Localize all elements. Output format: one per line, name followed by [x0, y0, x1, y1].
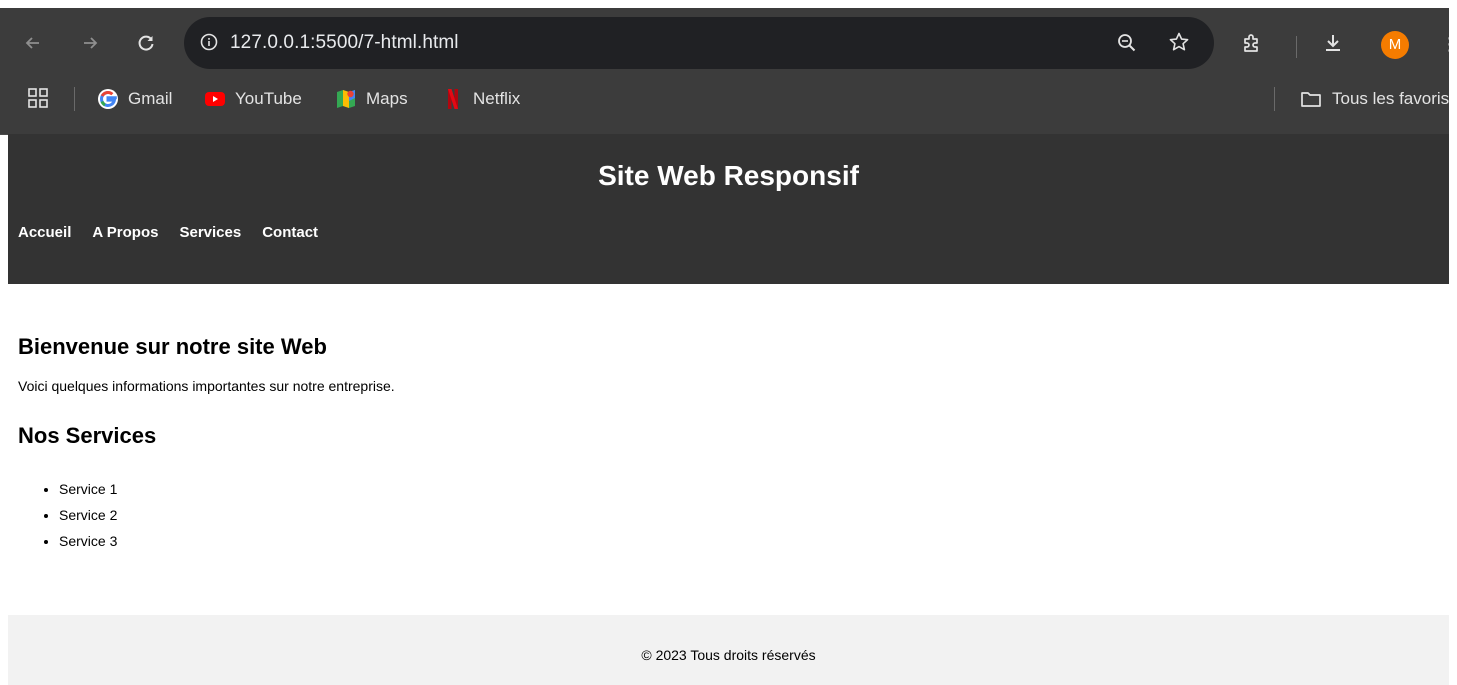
bookmark-youtube[interactable]: YouTube: [204, 87, 302, 111]
bookmark-label: Maps: [366, 89, 408, 108]
all-bookmarks-label: Tous les favoris: [1332, 89, 1449, 108]
site-header: Site Web Responsif Accueil A Propos Serv…: [8, 134, 1449, 284]
bookmark-label: Gmail: [128, 89, 173, 108]
arrow-right-icon: [84, 37, 98, 49]
nav-link-accueil[interactable]: Accueil: [18, 224, 71, 241]
zoom-icon[interactable]: [1116, 32, 1138, 54]
bookmark-label: Netflix: [473, 89, 521, 108]
site-title: Site Web Responsif: [598, 160, 859, 191]
toolbar-divider: [1296, 36, 1297, 58]
nav-link-services[interactable]: Services: [179, 224, 241, 241]
reload-icon: [138, 35, 154, 51]
menu-icon[interactable]: ⋮: [1440, 34, 1449, 56]
download-icon[interactable]: [1322, 32, 1344, 54]
extensions-icon[interactable]: [1240, 32, 1262, 54]
list-item: Service 3: [59, 528, 1418, 554]
welcome-heading: Bienvenue sur notre site Web: [18, 334, 327, 359]
google-icon: [98, 89, 118, 109]
bookmarks-bar: Gmail YouTube Maps Netflix Tous les favo…: [0, 77, 1449, 135]
forward-button[interactable]: [77, 30, 103, 56]
list-item: Service 1: [59, 476, 1418, 502]
all-bookmarks-folder[interactable]: Tous les favoris: [1300, 87, 1449, 111]
youtube-icon: [205, 92, 225, 106]
site-main: Bienvenue sur notre site Web Voici quelq…: [18, 334, 1418, 554]
back-button[interactable]: [20, 30, 46, 56]
site-info-icon[interactable]: [200, 33, 218, 51]
address-bar[interactable]: 127.0.0.1:5500/7-html.html: [184, 17, 1214, 69]
intro-text: Voici quelques informations importantes …: [18, 378, 395, 394]
apps-grid-icon[interactable]: [27, 87, 49, 109]
star-icon[interactable]: [1168, 31, 1190, 53]
bookmark-label: YouTube: [235, 89, 302, 108]
browser-window: 127.0.0.1:5500/7-html.html M ⋮ Gmail You…: [0, 0, 1449, 685]
netflix-icon: [448, 89, 458, 109]
bookmarks-divider-right: [1274, 87, 1275, 111]
folder-icon: [1301, 92, 1321, 107]
services-heading: Nos Services: [18, 423, 157, 448]
nav-link-contact[interactable]: Contact: [262, 224, 318, 241]
maps-icon: [337, 90, 355, 108]
site-nav: Accueil A Propos Services Contact: [18, 224, 318, 241]
site-footer: © 2023 Tous droits réservés: [8, 615, 1449, 685]
reload-button[interactable]: [133, 30, 159, 56]
arrow-left-icon: [25, 37, 39, 49]
footer-copyright: © 2023 Tous droits réservés: [641, 647, 816, 663]
profile-avatar[interactable]: M: [1381, 31, 1409, 59]
bookmark-netflix[interactable]: Netflix: [442, 87, 520, 111]
url-text[interactable]: 127.0.0.1:5500/7-html.html: [230, 32, 459, 54]
services-list: Service 1 Service 2 Service 3: [18, 476, 1418, 554]
bookmarks-divider: [74, 87, 75, 111]
bookmark-maps[interactable]: Maps: [335, 87, 408, 111]
nav-link-a-propos[interactable]: A Propos: [92, 224, 158, 241]
list-item: Service 2: [59, 502, 1418, 528]
browser-toolbar: 127.0.0.1:5500/7-html.html M ⋮: [0, 0, 1449, 77]
bookmark-gmail[interactable]: Gmail: [97, 87, 172, 111]
